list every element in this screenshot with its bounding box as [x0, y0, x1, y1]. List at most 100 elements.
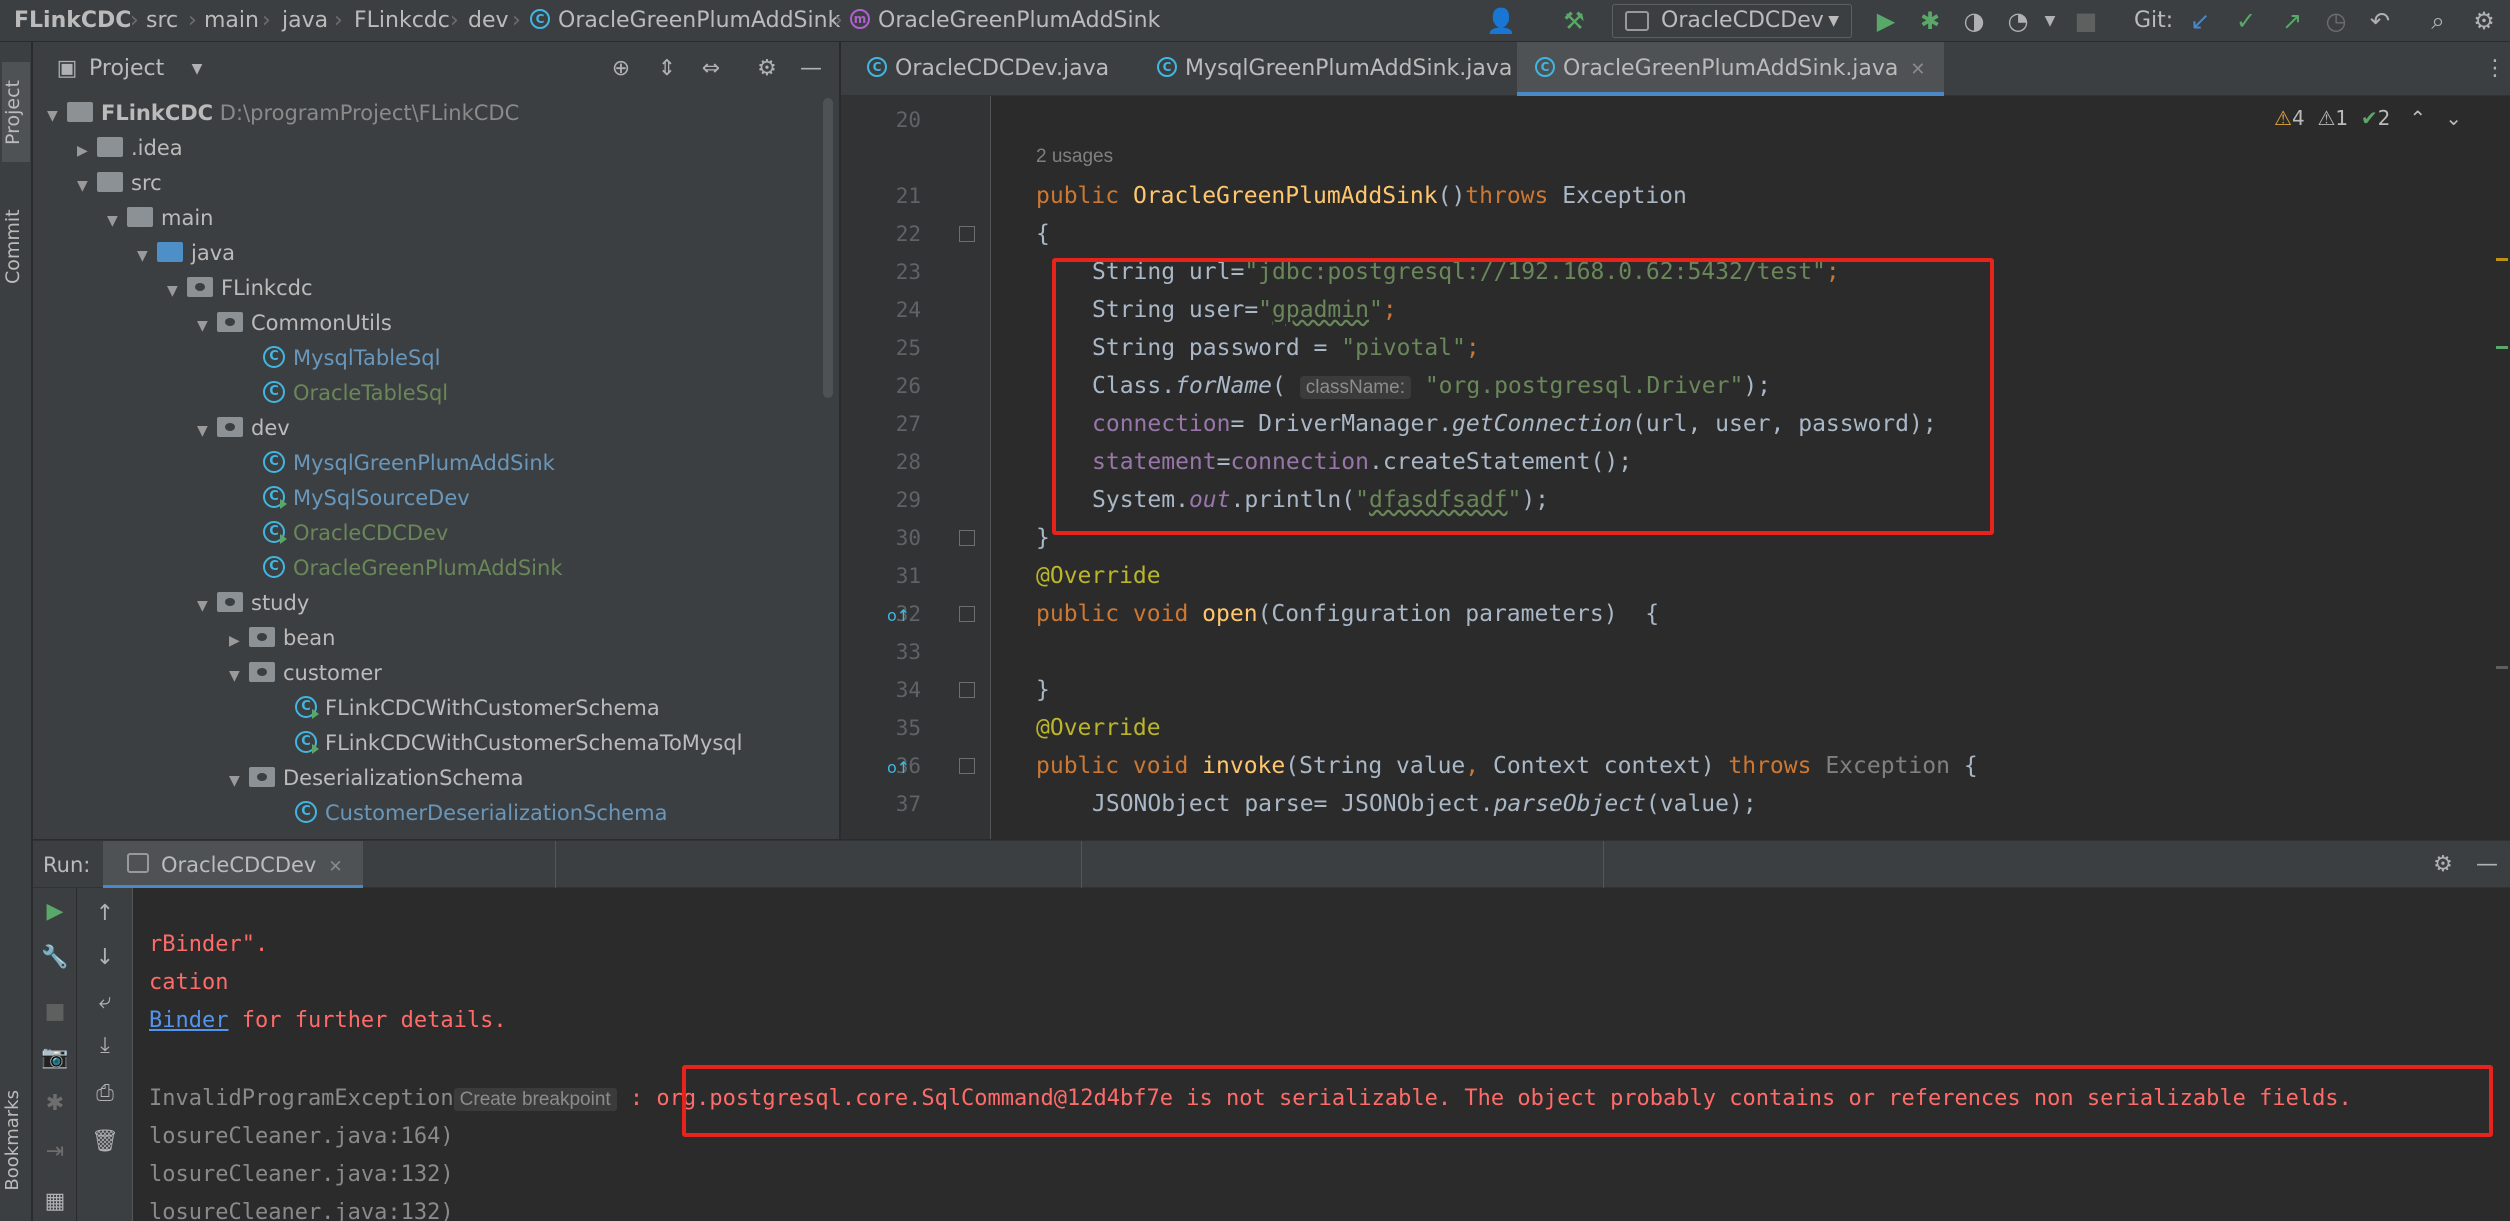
tab-mysqlgreenplumaddsink[interactable]: CMysqlGreenPlumAddSink.java✕	[1143, 42, 1553, 96]
breadcrumb-main[interactable]: main	[204, 0, 259, 42]
project-tool-tab[interactable]: Project	[2, 62, 30, 162]
coverage-icon[interactable]: ◑	[1960, 7, 1988, 35]
rerun-icon[interactable]: ▶	[41, 898, 69, 926]
profile-icon[interactable]: ◔	[2004, 7, 2032, 35]
stripe-typo-mark[interactable]	[2496, 346, 2508, 349]
tab-oraclecdcdev[interactable]: C OracleCDCDev.java	[853, 42, 1123, 96]
project-panel-title[interactable]: Project	[89, 42, 164, 96]
locate-icon[interactable]: ⊕	[607, 55, 635, 83]
gear-icon[interactable]: ⚙	[2429, 851, 2457, 879]
run-icon[interactable]: ▶	[1872, 7, 1900, 35]
build-hammer-icon[interactable]: ⚒	[1560, 7, 1588, 35]
fold-marker-icon[interactable]	[959, 606, 975, 622]
debug-icon[interactable]: ✱	[1916, 7, 1944, 35]
user-icon[interactable]: 👤	[1486, 7, 1516, 35]
tree-item-bean[interactable]: ▶ bean	[229, 621, 335, 656]
login-icon[interactable]: ⇥	[41, 1138, 69, 1166]
chevron-down-icon[interactable]: ▼	[2036, 7, 2064, 35]
override-icon[interactable]: o↑	[887, 758, 910, 777]
tree-item-idea[interactable]: ▶ .idea	[77, 131, 183, 166]
commit-tool-tab[interactable]: Commit	[2, 192, 30, 302]
arrow-up-icon[interactable]: ↑	[91, 900, 119, 928]
scroll-to-end-icon[interactable]: ⤓	[91, 1032, 119, 1060]
run-configuration-selector[interactable]: OracleCDCDev ▼	[1612, 4, 1852, 38]
tree-item-flinkcdc[interactable]: ▼ FLinkcdc	[167, 271, 313, 306]
hide-icon[interactable]: —	[797, 55, 825, 83]
tab-options-icon[interactable]: ⋮	[2481, 55, 2509, 83]
inspection-widget[interactable]: ⚠4 ⚠1 ✔2 ⌃ ⌄	[2274, 106, 2462, 130]
tree-item-oracletablesql[interactable]: C OracleTableSql	[263, 376, 448, 411]
stripe-mark[interactable]	[2496, 666, 2508, 669]
breadcrumb-project[interactable]: FLinkCDC	[14, 0, 131, 42]
breadcrumb-class[interactable]: C OracleGreenPlumAddSink	[530, 0, 840, 42]
git-push-icon[interactable]: ↗	[2278, 7, 2306, 35]
editor-gutter[interactable]: 20 21 22 23 24 25 26 27 28 29 30 31 32 3…	[841, 96, 991, 839]
tree-item-oraclegreenplumaddsink[interactable]: C OracleGreenPlumAddSink	[263, 551, 562, 586]
git-update-icon[interactable]: ↙	[2186, 7, 2214, 35]
usages-hint[interactable]: 2 usages	[1036, 146, 1113, 168]
git-commit-icon[interactable]: ✓	[2232, 7, 2260, 35]
breadcrumb-src[interactable]: src	[146, 0, 178, 42]
breadcrumb-java[interactable]: java	[282, 0, 328, 42]
tree-item-deserializationschema[interactable]: ▼ DeserializationSchema	[229, 761, 524, 796]
console-line[interactable]: losureCleaner.java:132)	[149, 1156, 454, 1194]
breadcrumb-method[interactable]: m OracleGreenPlumAddSink	[850, 0, 1160, 42]
hide-icon[interactable]: —	[2473, 851, 2501, 879]
tree-item-mysqltablesql[interactable]: C MysqlTableSql	[263, 341, 440, 376]
tree-item-flinkcdcwithcustomerschema[interactable]: C FLinkCDCWithCustomerSchema	[295, 691, 660, 726]
fold-marker-icon[interactable]	[959, 226, 975, 242]
wrench-icon[interactable]: 🔧	[41, 944, 69, 972]
close-icon[interactable]: ✕	[328, 857, 342, 877]
rollback-icon[interactable]: ↶	[2366, 7, 2394, 35]
tree-item-mysqlgreenplumaddsink[interactable]: C MysqlGreenPlumAddSink	[263, 446, 555, 481]
tree-item-commonutils[interactable]: ▼ CommonUtils	[197, 306, 392, 341]
history-icon[interactable]: ◷	[2322, 7, 2350, 35]
chevron-down-icon[interactable]: ⌄	[2445, 106, 2462, 130]
stripe-warning-mark[interactable]	[2496, 258, 2508, 261]
settings-icon[interactable]: ⚙	[2470, 7, 2498, 35]
fold-marker-icon[interactable]	[959, 682, 975, 698]
run-console[interactable]: rBinder". cation Binder for further deta…	[133, 888, 2510, 1221]
console-line[interactable]: losureCleaner.java:164)	[149, 1118, 454, 1156]
fold-marker-icon[interactable]	[959, 530, 975, 546]
search-icon[interactable]: ⌕	[2424, 7, 2452, 35]
editor-error-stripe[interactable]	[2494, 96, 2510, 839]
project-tree-scrollbar[interactable]	[823, 98, 833, 398]
stop-icon[interactable]: ■	[41, 998, 69, 1026]
gear-icon[interactable]: ⚙	[753, 55, 781, 83]
breadcrumb-package[interactable]: FLinkcdc	[354, 0, 450, 42]
collapse-all-icon[interactable]: ⇔	[697, 55, 725, 83]
camera-icon[interactable]: 📷	[41, 1044, 69, 1072]
tree-item-flinkcdcwithcustomerschematomysql[interactable]: C FLinkCDCWithCustomerSchemaToMysql	[295, 726, 742, 761]
expand-all-icon[interactable]: ⇕	[653, 55, 681, 83]
console-line[interactable]: losureCleaner.java:132)	[149, 1194, 454, 1221]
console-link[interactable]: Binder	[149, 1008, 228, 1033]
bookmarks-tool-tab[interactable]: Bookmarks	[2, 1090, 30, 1191]
tree-item-main[interactable]: ▼ main	[107, 201, 213, 236]
soft-wrap-icon[interactable]: ⤶	[91, 988, 119, 1016]
layout-icon[interactable]: ▦	[41, 1188, 69, 1216]
tree-item-study[interactable]: ▼ study	[197, 586, 309, 621]
tree-item-src[interactable]: ▼ src	[77, 166, 162, 201]
tree-item-mysqlsourcedev[interactable]: C MySqlSourceDev	[263, 481, 470, 516]
tree-item-customer[interactable]: ▼ customer	[229, 656, 382, 691]
stop-icon[interactable]: ■	[2072, 7, 2100, 35]
create-breakpoint-hint[interactable]: Create breakpoint	[453, 1088, 617, 1111]
chevron-down-icon[interactable]: ▼	[183, 55, 211, 83]
breadcrumb-dev[interactable]: dev	[468, 0, 509, 42]
tree-item-root[interactable]: ▼ FLinkCDC D:\programProject\FLinkCDC	[47, 96, 519, 131]
arrow-down-icon[interactable]: ↓	[91, 944, 119, 972]
chevron-up-icon[interactable]: ⌃	[2409, 106, 2426, 130]
run-tab-oraclecdcdev[interactable]: OracleCDCDev ✕	[103, 841, 363, 889]
tab-oraclegreenplumaddsink[interactable]: C OracleGreenPlumAddSink.java ✕	[1517, 42, 1944, 96]
fold-marker-icon[interactable]	[959, 758, 975, 774]
debug-bug-icon[interactable]: ✱	[41, 1090, 69, 1118]
tree-item-customerdeserializationschema[interactable]: C CustomerDeserializationSchema	[295, 796, 668, 831]
trash-icon[interactable]: 🗑	[91, 1128, 119, 1156]
tree-item-oraclecdcdev[interactable]: C OracleCDCDev	[263, 516, 448, 551]
override-icon[interactable]: o↑	[887, 606, 910, 625]
close-icon[interactable]: ✕	[1910, 59, 1925, 80]
print-icon[interactable]: ⎙	[91, 1080, 119, 1108]
tree-item-java[interactable]: ▼ java	[137, 236, 235, 271]
tree-item-dev[interactable]: ▼ dev	[197, 411, 290, 446]
